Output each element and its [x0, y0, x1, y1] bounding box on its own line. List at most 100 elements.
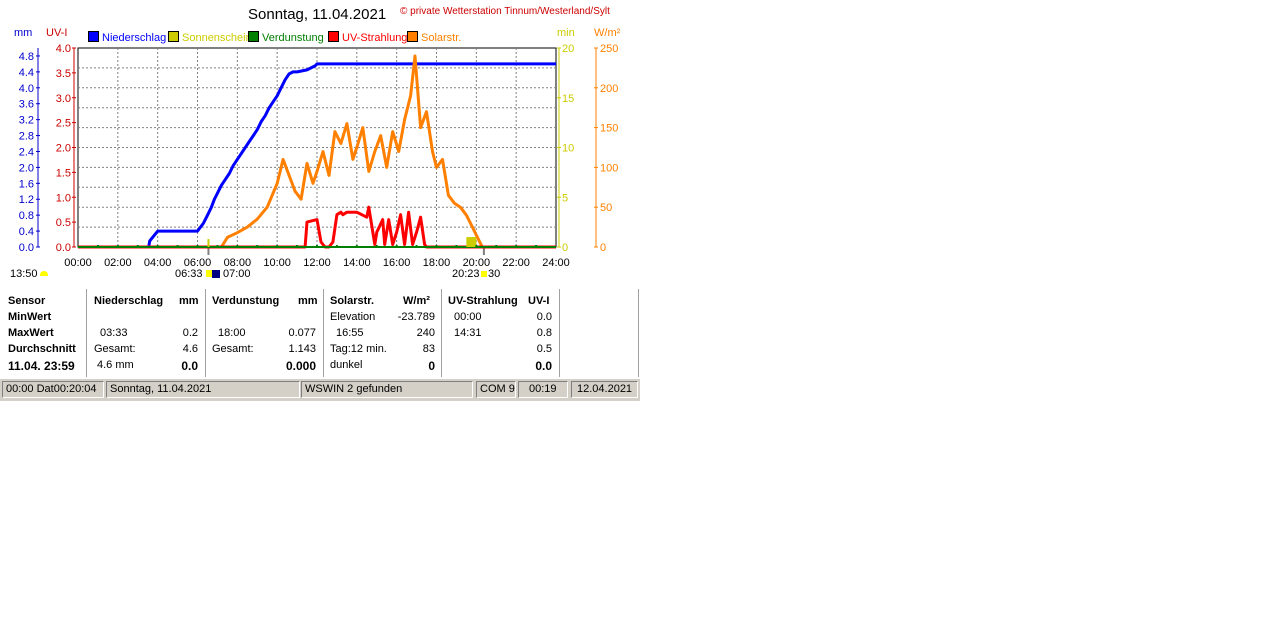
solar-day-value: 0 [428, 359, 435, 373]
verdunstung-unit: mm [298, 295, 318, 307]
weather-app: Sonntag, 11.04.2021 © private Wetterstat… [0, 0, 640, 402]
x-tick-label: 12:00 [303, 257, 331, 269]
mm-tick-label: 3.2 [19, 115, 34, 127]
status-date: 12.04.2021 [571, 381, 638, 398]
min-tick-label: 15 [562, 93, 574, 105]
status-bar: 00:00 Dat00:20:04 Sonntag, 11.04.2021 WS… [0, 379, 640, 401]
wm2-tick-label: 0 [600, 242, 606, 254]
mm-tick-label: 4.8 [19, 51, 34, 63]
uv-tick-label: 1.5 [56, 167, 71, 179]
solar-unit: W/m² [403, 295, 430, 307]
daybreak-icon [212, 270, 220, 278]
uv-avg-value: 0.5 [536, 343, 552, 355]
table-divider [638, 289, 639, 377]
weather-chart: 00:00 02:00 04:00 06:00 08:00 10:00 12:00 14:00… [19, 43, 619, 269]
mm-tick-label: 2.4 [19, 146, 34, 158]
status-date-field[interactable]: 00:00 Dat00:20:04 [2, 381, 104, 398]
min-tick-label: 5 [562, 192, 568, 204]
uv-max-time: 14:31 [454, 327, 482, 339]
mm-tick-label: 0.0 [19, 242, 34, 254]
niederschlag-day-value: 0.0 [181, 359, 198, 373]
niederschlag-header: Niederschlag [94, 295, 164, 307]
wm2-tick-label: 200 [600, 83, 618, 95]
niederschlag-max-value: 0.2 [182, 327, 198, 339]
dusk-label: 30 [488, 268, 501, 280]
uv-min-value: 0.0 [536, 311, 552, 323]
mm-tick-label: 0.4 [19, 226, 34, 238]
status-device: WSWIN 2 gefunden [301, 381, 473, 398]
uv-tick-label: 2.0 [56, 143, 71, 155]
uv-tick-label: 1.0 [56, 192, 71, 204]
x-tick-label: 00:00 [64, 257, 92, 269]
niederschlag-max-time: 03:33 [100, 327, 128, 339]
mm-tick-label: 2.8 [19, 131, 34, 143]
status-day: Sonntag, 11.04.2021 [106, 381, 300, 398]
verdunstung-day-value: 0.000 [285, 359, 316, 373]
solar-min-label: Elevation [330, 311, 376, 323]
table-divider [559, 289, 560, 377]
uv-tick-label: 0.5 [56, 217, 71, 229]
uv-tick-label: 4.0 [56, 43, 71, 55]
row-label-min: MinWert [8, 311, 52, 323]
solar-avg-label: Tag:12 min. [330, 343, 387, 355]
min-tick-label: 0 [562, 242, 568, 254]
solar-max-time: 16:55 [336, 327, 364, 339]
table-divider [205, 289, 206, 377]
mm-tick-label: 2.0 [19, 162, 34, 174]
x-tick-label: 24:00 [542, 257, 570, 269]
table-divider [86, 289, 87, 377]
x-tick-label: 16:00 [383, 257, 411, 269]
sunset-label: 20:23 [452, 268, 480, 280]
x-tick-label: 22:00 [502, 257, 530, 269]
verdunstung-sum-label: Gesamt: [212, 343, 254, 355]
mm-tick-label: 0.8 [19, 210, 34, 222]
mm-tick-label: 1.2 [19, 194, 34, 206]
mm-tick-label: 4.4 [19, 67, 34, 79]
wm2-tick-label: 100 [600, 162, 618, 174]
table-divider [323, 289, 324, 377]
row-label-sensor: Sensor [8, 295, 46, 307]
status-time: 00:19 [518, 381, 568, 398]
row-label-avg: Durchschnitt [8, 343, 76, 355]
series-sonnenschein-bar [466, 237, 477, 247]
stats-table: Sensor MinWert MaxWert Durchschnitt 11.0… [0, 287, 640, 379]
uv-tick-label: 0.0 [56, 242, 71, 254]
sunset-icon [481, 271, 487, 277]
verdunstung-max-time: 18:00 [218, 327, 246, 339]
min-tick-label: 10 [562, 143, 574, 155]
uv-tick-label: 3.0 [56, 93, 71, 105]
table-divider [441, 289, 442, 377]
x-tick-label: 04:00 [144, 257, 172, 269]
now-time-label: 13:50 [10, 268, 38, 280]
x-tick-label: 10:00 [263, 257, 291, 269]
solar-min-value: -23.789 [397, 311, 435, 323]
x-tick-label: 14:00 [343, 257, 371, 269]
min-tick-label: 20 [562, 43, 574, 55]
uv-max-value: 0.8 [536, 327, 552, 339]
solar-day-label: dunkel [330, 359, 363, 371]
solar-header: Solarstr. [330, 295, 375, 307]
wm2-tick-label: 250 [600, 43, 618, 55]
mm-tick-label: 3.6 [19, 99, 34, 111]
sunrise-label: 06:33 [175, 268, 203, 280]
verdunstung-header: Verdunstung [212, 295, 280, 307]
x-tick-label: 02:00 [104, 257, 132, 269]
mm-tick-label: 4.0 [19, 83, 34, 95]
mm-tick-label: 1.6 [19, 178, 34, 190]
daybreak-label: 07:00 [223, 268, 251, 280]
niederschlag-unit: mm [179, 295, 199, 307]
sun-icon [40, 271, 48, 276]
verdunstung-sum-value: 1.143 [288, 343, 316, 355]
niederschlag-sum-value: 4.6 [182, 343, 198, 355]
uv-min-time: 00:00 [454, 311, 482, 323]
uv-header: UV-Strahlung [448, 295, 518, 307]
row-label-max: MaxWert [8, 327, 54, 339]
niederschlag-sum-label: Gesamt: [94, 343, 136, 355]
wm2-tick-label: 50 [600, 202, 612, 214]
uv-tick-label: 3.5 [56, 68, 71, 80]
row-label-day: 11.04. 23:59 [8, 359, 75, 373]
uv-tick-label: 2.5 [56, 118, 71, 130]
verdunstung-max-value: 0.077 [288, 327, 316, 339]
niederschlag-day-label: 4.6 mm [97, 359, 134, 371]
status-port: COM 9 [476, 381, 516, 398]
